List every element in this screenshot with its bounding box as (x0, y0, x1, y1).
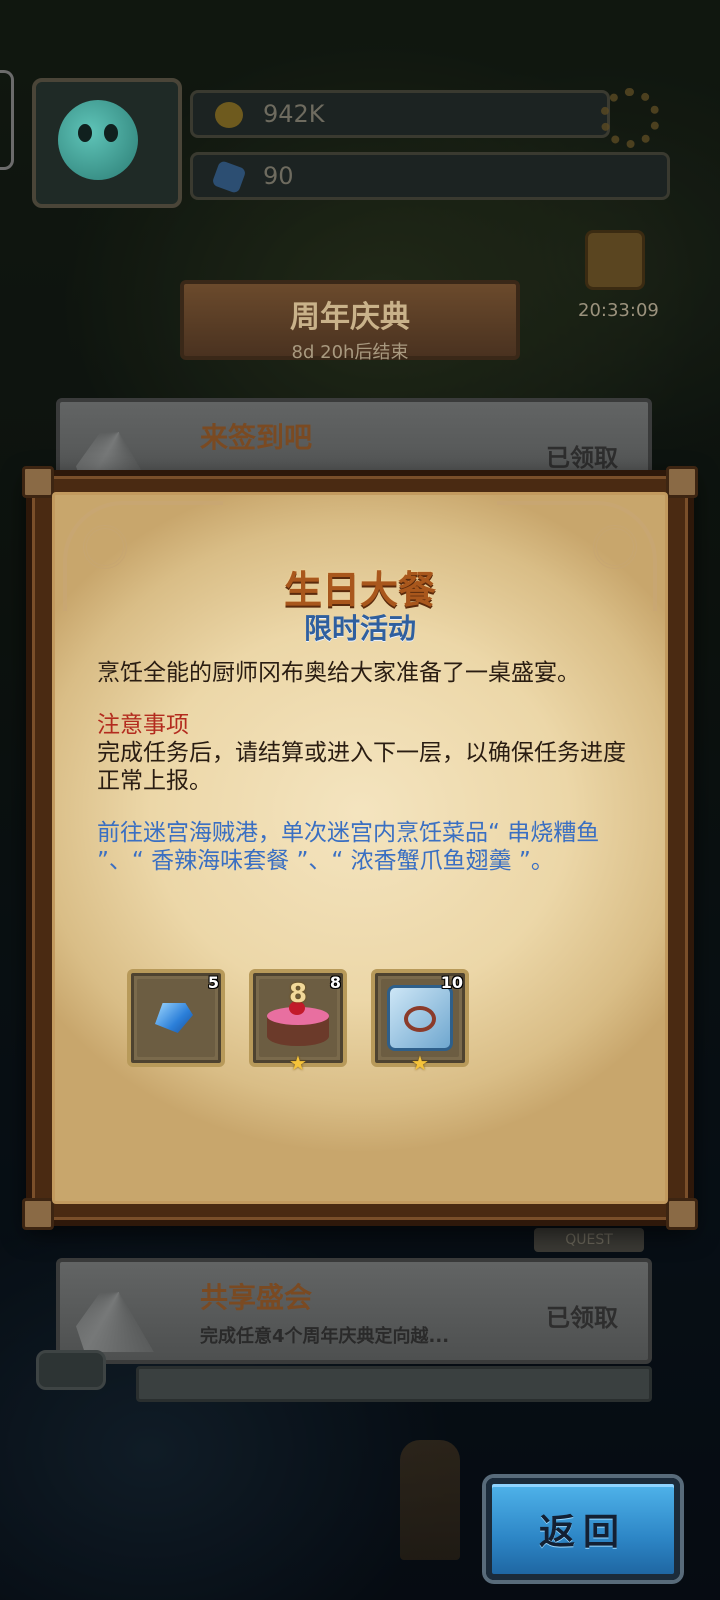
candle-number: 8 (289, 979, 308, 1009)
treasure-chest-icon (585, 230, 645, 290)
birthday-cake-icon (267, 1001, 329, 1047)
quest-title: 来签到吧 (200, 421, 313, 454)
reward-count: 8 (329, 973, 341, 992)
note-heading: 注意事项 (97, 712, 189, 738)
reward-item[interactable]: 8 8 ★ (249, 969, 347, 1075)
return-button[interactable]: 返回 (486, 1478, 680, 1580)
gem-amount: 90 (263, 162, 294, 190)
event-title: 周年庆典 (290, 300, 410, 335)
quest-status: 已领取 (546, 444, 618, 472)
dialog-body: 烹饪全能的厨师冈布奥给大家准备了一桌盛宴。 注意事项 完成任务后，请结算或进入下… (97, 659, 637, 899)
task-description: 前往迷宫海贼港，单次迷宫内烹饪菜品“ 串烧糟鱼 ”、“ 香辣海味套餐 ”、“ 浓… (97, 820, 600, 874)
reward-count: 10 (440, 973, 463, 992)
avatar-face-icon (58, 100, 138, 180)
quest-status: 已领取 (546, 1304, 618, 1332)
tent-icon (76, 1266, 162, 1352)
side-panel-tab (0, 70, 14, 170)
frame-corner (666, 466, 698, 498)
event-banner: 周年庆典 8d 20h后结束 (180, 280, 520, 363)
chat-button (36, 1350, 106, 1390)
star-icon: ★ (289, 1051, 307, 1075)
reward-item[interactable]: 5 (127, 969, 225, 1067)
dialog-title: 生日大餐 (283, 568, 436, 612)
gold-coin-icon (215, 102, 243, 128)
note-body: 完成任务后，请结算或进入下一层，以确保任务进度正常上报。 (97, 740, 626, 794)
reward-list: 5 8 8 ★ 10 ★ (127, 969, 469, 1075)
reward-item[interactable]: 10 ★ (371, 969, 469, 1075)
intro-text: 烹饪全能的厨师冈布奥给大家准备了一桌盛宴。 (97, 660, 580, 686)
gem-icon (211, 159, 247, 195)
quest-description: 完成任意4个周年庆典定向越... (200, 1326, 450, 1347)
player-avatar (32, 78, 182, 208)
bottom-info-bar (136, 1366, 652, 1402)
quest-tag: QUEST (534, 1228, 644, 1252)
gold-counter: 942K (190, 90, 610, 138)
parchment-panel: 生日大餐 限时活动 烹饪全能的厨师冈布奥给大家准备了一桌盛宴。 注意事项 完成任… (52, 492, 668, 1204)
settings-gear-icon (600, 88, 660, 148)
event-countdown: 8d 20h后结束 (291, 342, 409, 363)
frame-corner (22, 1198, 54, 1230)
star-icon: ★ (411, 1051, 429, 1075)
lighthouse-deco (400, 1440, 460, 1560)
puzzle-piece-icon (387, 985, 453, 1051)
reward-count: 5 (207, 973, 219, 992)
frame-corner (22, 466, 54, 498)
dialog-subtitle: 限时活动 (303, 612, 416, 645)
frame-corner (666, 1198, 698, 1230)
note-section: 注意事项 完成任务后，请结算或进入下一层，以确保任务进度正常上报。 (97, 711, 637, 795)
event-detail-dialog: 生日大餐 限时活动 烹饪全能的厨师冈布奥给大家准备了一桌盛宴。 注意事项 完成任… (22, 466, 698, 1230)
quest-card-shared-feast: 共享盛会 完成任意4个周年庆典定向越... 已领取 (56, 1258, 652, 1364)
gold-amount: 942K (263, 100, 325, 128)
gem-counter: 90 (190, 152, 670, 200)
chest-timer: 20:33:09 (578, 300, 659, 321)
quest-title: 共享盛会 (200, 1281, 313, 1314)
